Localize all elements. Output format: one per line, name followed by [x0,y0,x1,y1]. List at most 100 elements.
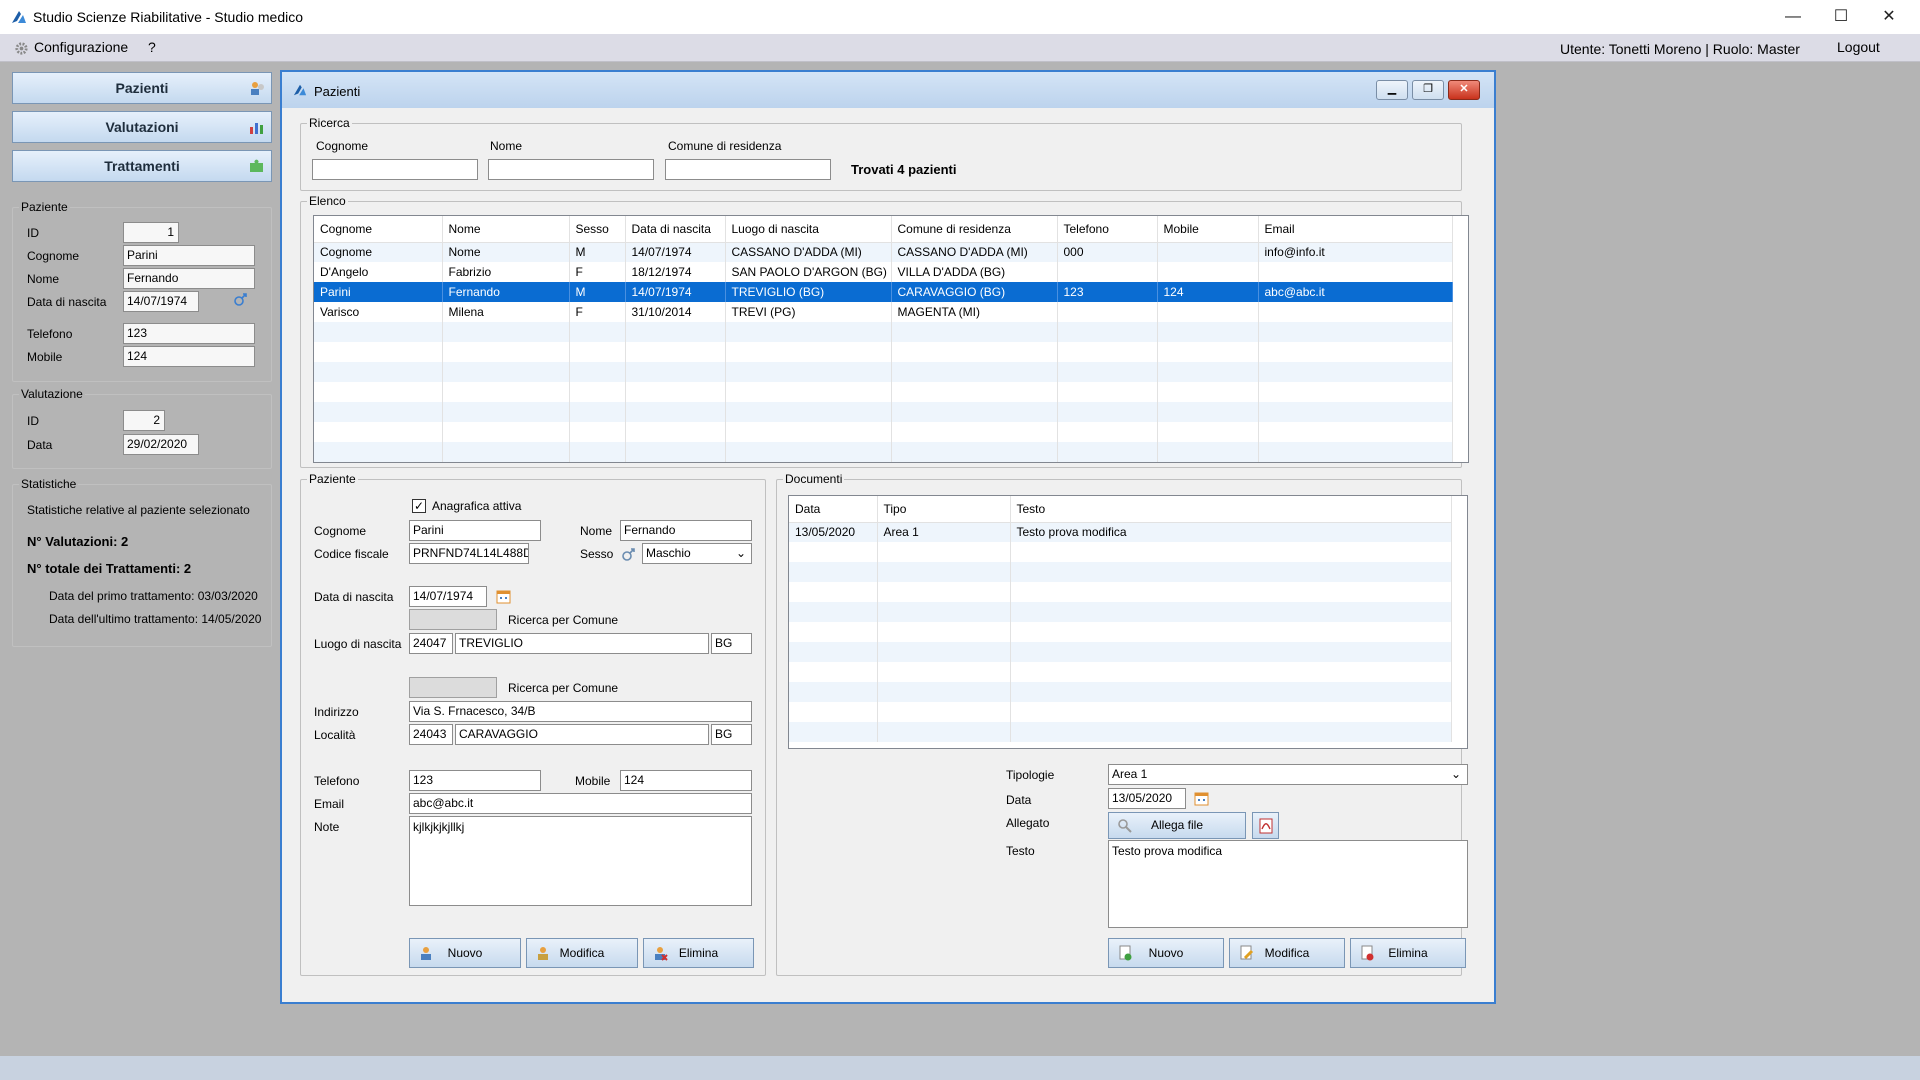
telefono-field[interactable]: 123 [409,770,541,791]
table-cell: TREVI (PG) [725,302,892,322]
table-row[interactable]: Parini Fernando M 14/07/1974 TREVIGLIO (BG) C… [314,282,1453,302]
table-cell [625,382,726,402]
close-button[interactable]: ✕ [1866,0,1912,34]
nav-pazienti-button[interactable]: Pazienti [12,72,272,104]
anagrafica-attiva-checkbox[interactable]: ✓ [412,499,426,513]
doc-modifica-button[interactable]: Modifica [1229,938,1345,968]
luogo-cap-field[interactable]: 24047 [409,633,453,654]
allega-file-button[interactable]: Allega file [1108,812,1246,839]
indirizzo-field[interactable]: Via S. Frnacesco, 34/B [409,701,752,722]
sesso-value: Maschio [646,546,691,560]
column-header[interactable]: Nome [442,216,570,243]
column-header[interactable]: Luogo di nascita [725,216,892,243]
table-cell: D'Angelo [314,262,443,282]
ricerca-comune-residenza-label: Ricerca per Comune [508,681,619,695]
logout-link[interactable]: Logout [1837,39,1880,55]
table-cell [1010,642,1452,662]
table-row[interactable]: 13/05/2020 Area 1 Testo prova modifica [789,522,1452,542]
table-row[interactable]: D'Angelo Fabrizio F 18/12/1974 SAN PAOLO D'A… [314,262,1453,282]
empty-row [789,662,1452,682]
button-label: Elimina [678,946,719,960]
column-header[interactable]: Tipo [877,496,1011,523]
table-cell [877,642,1011,662]
mdi-minimize-button[interactable]: ▁ [1376,80,1408,100]
tipologie-select[interactable]: Area 1 ⌄ [1108,764,1468,785]
sesso-select[interactable]: Maschio ⌄ [642,543,752,564]
note-textarea[interactable]: kjlkjkjkjllkj [409,816,752,906]
label-testo: Testo [1006,844,1035,858]
table-cell: CASSANO D'ADDA (MI) [725,242,892,262]
cognome-field[interactable]: Parini [409,520,541,541]
doc-nuovo-button[interactable]: Nuovo [1108,938,1224,968]
table-cell [1258,442,1453,462]
nav-trattamenti-button[interactable]: Trattamenti [12,150,272,182]
column-header[interactable]: Testo [1010,496,1452,523]
column-header[interactable]: Telefono [1057,216,1158,243]
mdi-restore-button[interactable]: ❐ [1412,80,1444,100]
localita-city-field[interactable]: CARAVAGGIO [455,724,709,745]
table-cell [569,442,626,462]
paziente-elimina-button[interactable]: Elimina [643,938,754,968]
column-header[interactable]: Cognome [314,216,443,243]
patients-table: Cognome Nome Sesso Data di nascita Luogo di … [313,215,1469,463]
table-cell [789,642,878,662]
table-cell [891,402,1058,422]
label-tipologie: Tipologie [1006,768,1055,782]
localita-cap-field[interactable]: 24043 [409,724,453,745]
column-header[interactable]: Mobile [1157,216,1259,243]
comune-search-residenza-input[interactable] [409,677,497,698]
column-header[interactable]: Data di nascita [625,216,726,243]
menu-help[interactable]: ? [148,39,156,55]
paziente-nuovo-button[interactable]: Nuovo [409,938,521,968]
minimize-button[interactable]: — [1770,0,1816,34]
table-cell [1157,322,1259,342]
table-cell [314,442,443,462]
table-cell [625,362,726,382]
menu-configurazione[interactable]: Configurazione [34,39,128,55]
maximize-button[interactable]: ☐ [1818,0,1864,34]
column-header[interactable]: Email [1258,216,1453,243]
table-cell [725,342,892,362]
column-header[interactable]: Sesso [569,216,626,243]
testo-textarea[interactable]: Testo prova modifica [1108,840,1468,928]
nav-valutazioni-button[interactable]: Valutazioni [12,111,272,143]
male-icon [234,293,247,306]
table-cell [877,622,1011,642]
table-row[interactable]: Varisco Milena F 31/10/2014 TREVI (PG) MAGENT… [314,302,1453,322]
email-field[interactable]: abc@abc.it [409,793,752,814]
table-cell: 000 [1057,242,1158,262]
doc-data-field[interactable]: 13/05/2020 [1108,788,1186,809]
button-label: Allega file [1150,818,1204,832]
search-comune-input[interactable] [665,159,831,180]
table-cell [625,342,726,362]
comune-search-nascita-input[interactable] [409,609,497,630]
luogo-prov-field[interactable]: BG [711,633,752,654]
user-edit-icon [538,947,548,960]
table-cell: 13/05/2020 [789,522,878,542]
mdi-close-button[interactable]: ✕ [1448,80,1480,100]
paziente-modifica-button[interactable]: Modifica [526,938,638,968]
mobile-field[interactable]: 124 [620,770,752,791]
codice-fiscale-field[interactable]: PRNFND74L14L488D [409,543,529,564]
search-cognome-input[interactable] [312,159,478,180]
data-nascita-field[interactable]: 14/07/1974 [409,586,487,607]
doc-elimina-button[interactable]: Elimina [1350,938,1466,968]
table-cell [891,422,1058,442]
column-header[interactable]: Comune di residenza [891,216,1058,243]
pdf-button[interactable] [1252,812,1279,839]
luogo-city-field[interactable]: TREVIGLIO [455,633,709,654]
localita-prov-field[interactable]: BG [711,724,752,745]
calendar-icon[interactable] [1194,791,1209,806]
calendar-icon[interactable] [496,589,511,604]
table-cell: info@info.it [1258,242,1453,262]
app-logo-icon [12,11,26,23]
stats-ultimo: Data dell'ultimo trattamento: 14/05/2020 [49,612,262,626]
patient-cognome-field: Parini [123,245,255,266]
nome-field[interactable]: Fernando [620,520,752,541]
valutazione-data-field: 29/02/2020 [123,434,199,455]
column-header[interactable]: Data [789,496,878,523]
label-mobile: Mobile [27,350,63,364]
table-row[interactable]: Cognome Nome M 14/07/1974 CASSANO D'ADDA (MI… [314,242,1453,262]
table-cell [1010,622,1452,642]
search-nome-input[interactable] [488,159,654,180]
